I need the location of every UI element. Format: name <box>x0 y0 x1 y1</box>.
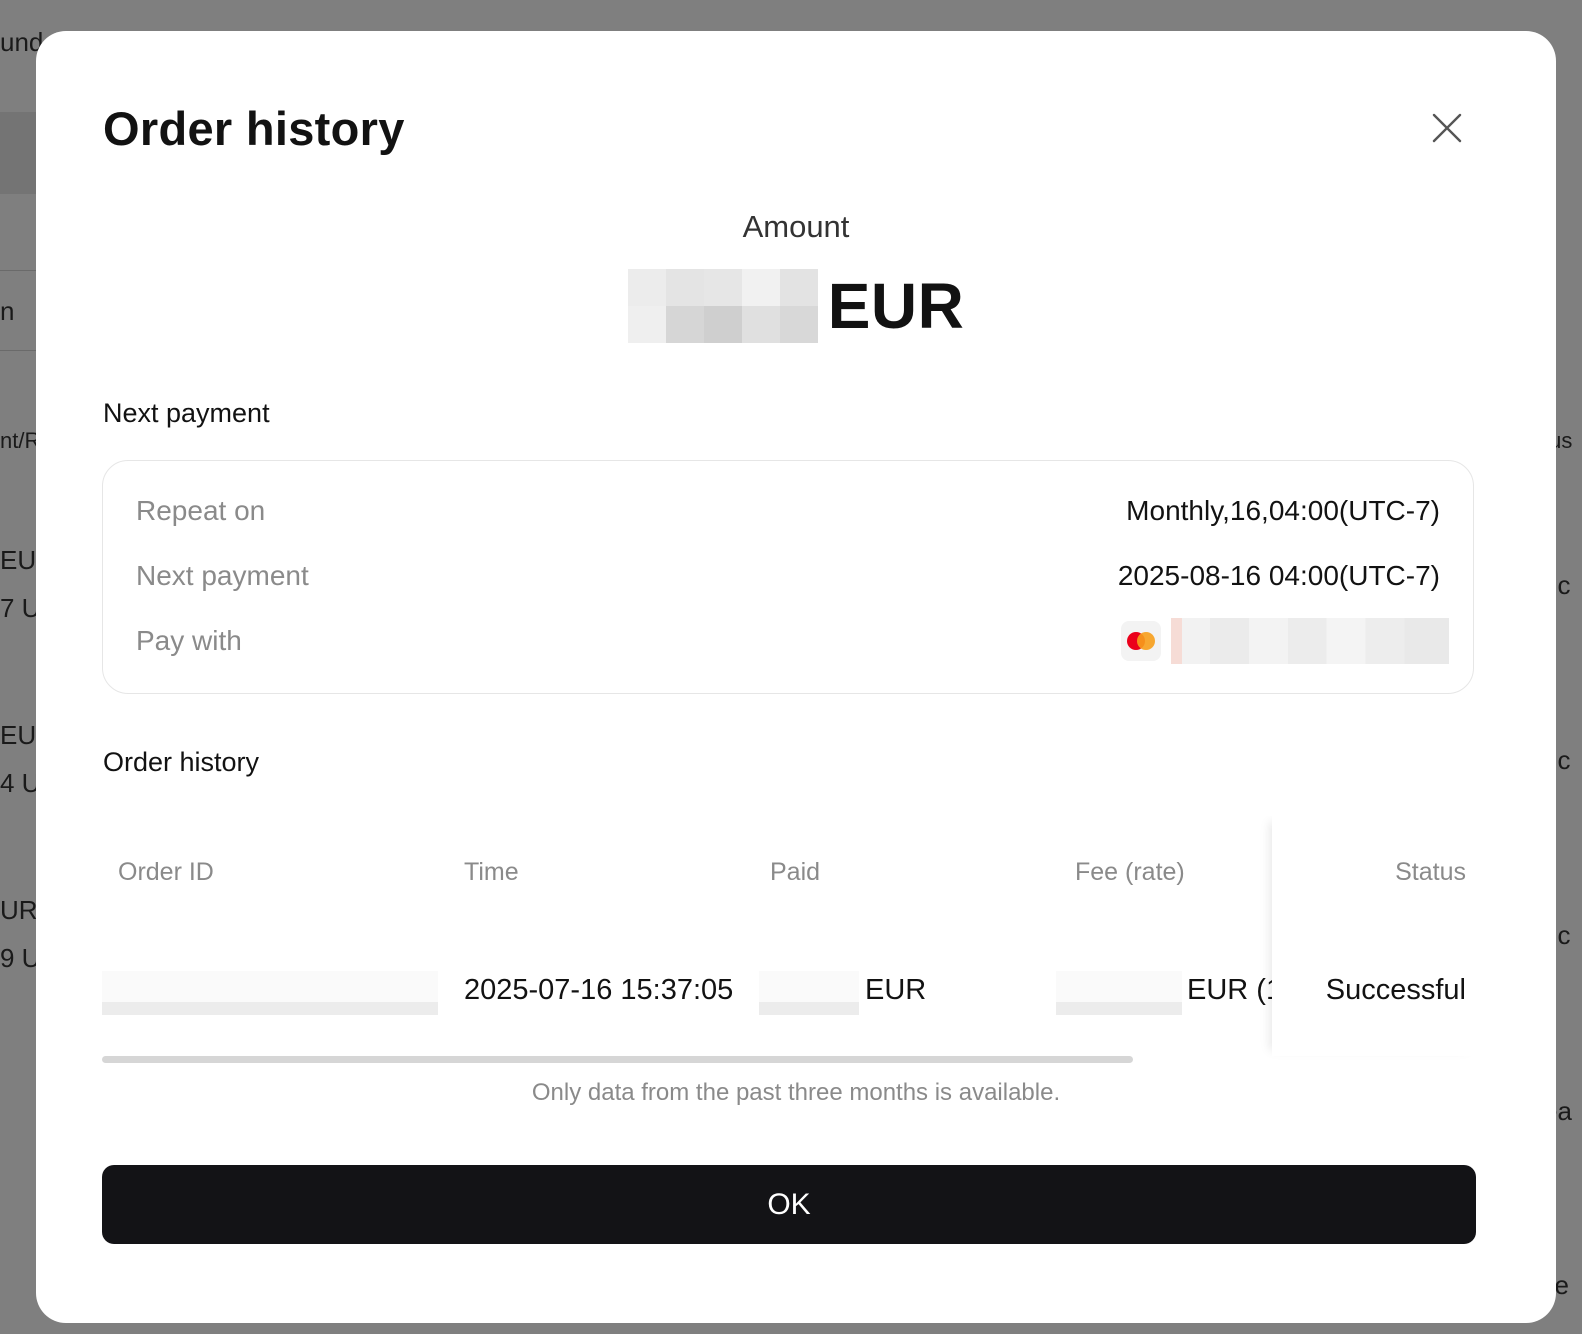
horizontal-scrollbar[interactable] <box>102 1056 1133 1063</box>
close-button[interactable] <box>1426 107 1468 149</box>
amount-currency: EUR <box>827 270 965 342</box>
status-column: Status Successful <box>1272 816 1474 1056</box>
close-icon <box>1432 113 1462 143</box>
next-payment-heading: Next payment <box>103 398 270 428</box>
next-payment-row: Next payment 2025-08-16 04:00(UTC-7) <box>136 556 1440 596</box>
payment-method <box>1121 618 1449 664</box>
order-history-table: Order ID Time Paid Fee (rate) 2025-07-16… <box>102 816 1474 1061</box>
background-text: n <box>0 296 15 326</box>
column-header-fee: Fee (rate) <box>1075 858 1185 886</box>
order-history-dialog: Order history Amount EUR Next payment Re… <box>36 31 1556 1323</box>
column-header-time: Time <box>464 858 519 886</box>
redacted-fee-amount <box>1056 971 1182 1015</box>
next-payment-card: Repeat on Monthly,16,04:00(UTC-7) Next p… <box>102 460 1474 694</box>
background-text: UR <box>0 895 38 925</box>
paid-currency: EUR <box>865 974 927 1006</box>
background-text: nt/R <box>0 428 41 453</box>
pay-with-label: Pay with <box>136 625 242 656</box>
repeat-on-label: Repeat on <box>136 495 266 526</box>
next-payment-value: 2025-08-16 04:00(UTC-7) <box>1117 560 1440 591</box>
redacted-amount <box>627 269 818 343</box>
ok-button[interactable]: OK <box>102 1165 1476 1244</box>
order-history-heading: Order history <box>103 747 260 777</box>
history-note: Only data from the past three months is … <box>531 1079 1061 1106</box>
amount-value: EUR <box>36 269 1556 343</box>
amount-label: Amount <box>742 209 850 244</box>
column-header-order-id: Order ID <box>118 858 214 886</box>
background-text: 9 U <box>0 943 41 973</box>
fee-value: EUR (1 <box>1187 974 1283 1006</box>
status-value: Successful <box>1325 974 1466 1006</box>
background-text: 7 U <box>0 593 41 623</box>
background-band <box>0 112 40 194</box>
redacted-card-number <box>1171 618 1449 664</box>
background-text: 4 U <box>0 768 41 798</box>
redacted-order-id <box>102 971 438 1015</box>
column-header-paid: Paid <box>770 858 821 886</box>
background-divider <box>0 350 40 351</box>
mastercard-icon <box>1121 621 1161 661</box>
column-header-status: Status <box>1395 858 1466 886</box>
order-time: 2025-07-16 15:37:05 <box>464 974 734 1006</box>
pay-with-row: Pay with <box>136 618 1449 664</box>
dialog-title: Order history <box>103 102 405 155</box>
repeat-on-row: Repeat on Monthly,16,04:00(UTC-7) <box>136 491 1440 531</box>
next-payment-label: Next payment <box>136 560 309 591</box>
background-divider <box>0 270 40 271</box>
redacted-paid-amount <box>759 971 859 1015</box>
repeat-on-value: Monthly,16,04:00(UTC-7) <box>1126 495 1440 526</box>
